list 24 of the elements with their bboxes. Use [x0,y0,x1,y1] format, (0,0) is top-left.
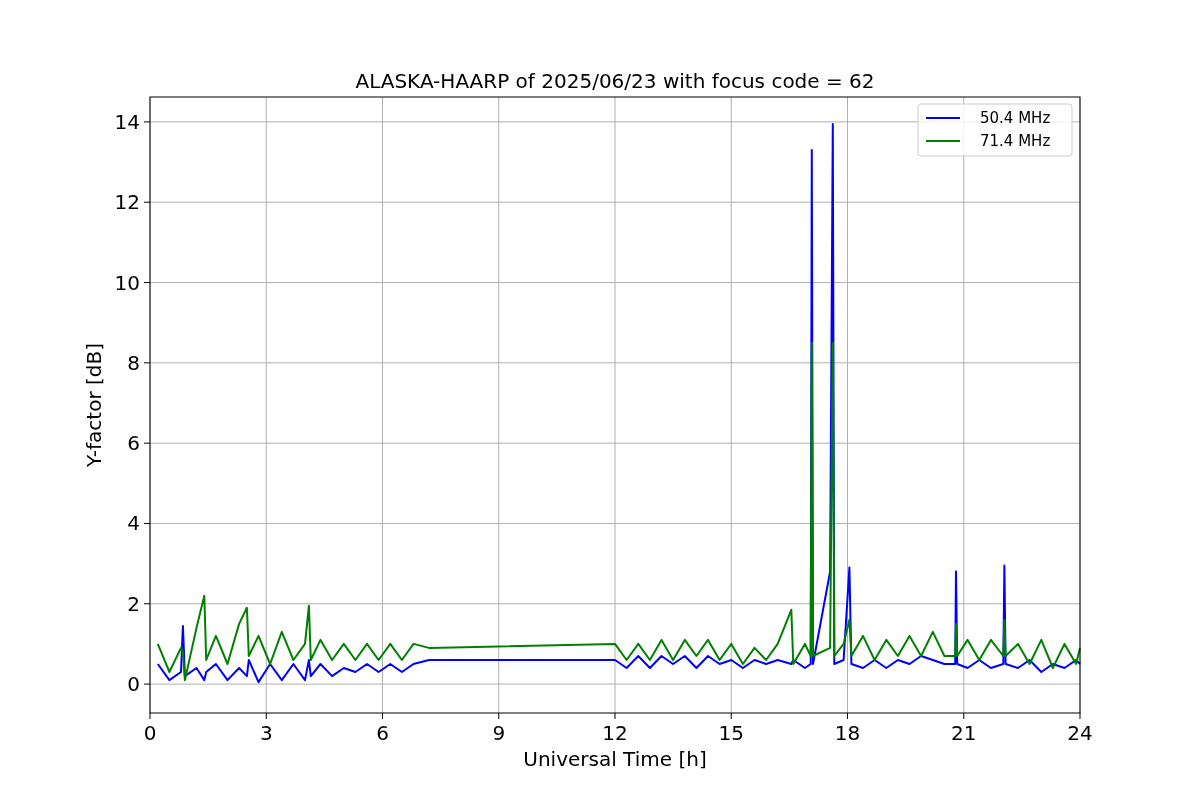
y-tick-label: 12 [114,190,140,215]
x-tick-label: 21 [951,721,977,745]
y-tick-label: 8 [127,350,140,375]
y-tick-label: 6 [127,431,140,456]
chart-title: ALASKA-HAARP of 2025/06/23 with focus code = 62 [355,69,875,93]
x-tick-label: 0 [143,721,157,745]
y-tick-label: 14 [114,109,140,134]
legend-line [925,140,961,142]
y-tick-label: 2 [127,591,140,616]
x-tick-label: 12 [602,721,628,745]
y-tick-label: 4 [127,511,140,536]
x-tick-label: 24 [1067,721,1093,745]
x-axis-label: Universal Time [h] [523,747,707,771]
y-tick-label: 10 [114,270,140,295]
x-tick-label: 18 [834,721,861,745]
x-tick-label: 3 [259,721,273,745]
y-tick-label: 0 [127,672,140,697]
y-axis-label: Y-factor [dB] [82,343,106,467]
x-tick-label: 9 [492,721,506,745]
x-tick-label: 15 [718,721,744,745]
x-tick-label: 6 [376,721,389,745]
legend-line [925,117,961,119]
legend-label: 50.4 MHz [980,109,1051,127]
legend-label: 71.4 MHz [980,132,1051,150]
